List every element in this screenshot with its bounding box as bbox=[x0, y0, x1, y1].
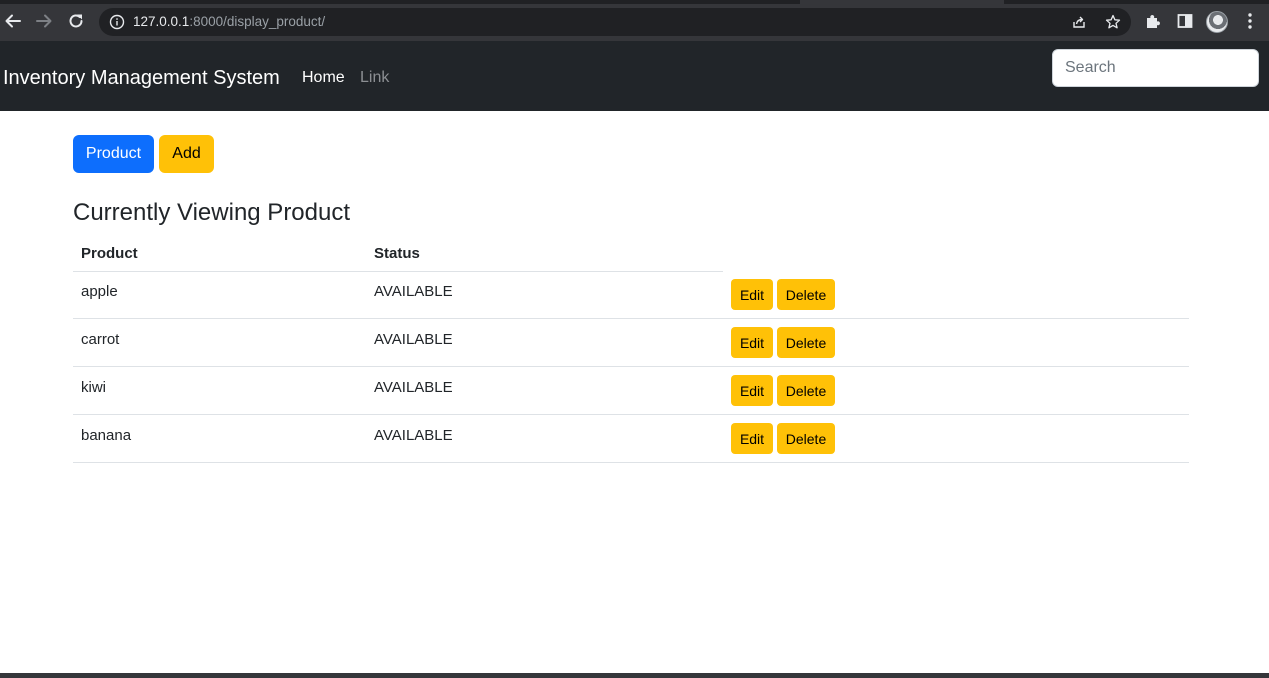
app-navbar: Inventory Management System Home Link bbox=[0, 41, 1269, 111]
product-name: banana bbox=[81, 427, 132, 444]
edit-button[interactable]: Edit bbox=[731, 279, 773, 310]
table-row: kiwi AVAILABLE Edit Delete bbox=[73, 367, 1189, 415]
delete-button[interactable]: Delete bbox=[777, 327, 835, 358]
add-button[interactable]: Add bbox=[159, 135, 214, 173]
edit-button[interactable]: Edit bbox=[731, 375, 773, 406]
side-panel-icon[interactable] bbox=[1176, 12, 1194, 30]
extensions-puzzle-icon[interactable] bbox=[1144, 12, 1162, 30]
reload-icon[interactable] bbox=[65, 10, 87, 32]
back-icon[interactable] bbox=[2, 10, 24, 32]
tab-strip bbox=[0, 0, 1269, 4]
address-bar[interactable]: 127.0.0.1:8000/display_product/ bbox=[99, 8, 1131, 36]
column-header-product: Product bbox=[81, 245, 138, 262]
url-text: 127.0.0.1:8000/display_product/ bbox=[133, 14, 326, 29]
product-button[interactable]: Product bbox=[73, 135, 154, 173]
edit-button[interactable]: Edit bbox=[731, 423, 773, 454]
product-status: AVAILABLE bbox=[374, 427, 453, 444]
nav-link-link[interactable]: Link bbox=[360, 68, 389, 88]
forward-icon[interactable] bbox=[33, 10, 55, 32]
page-title: Currently Viewing Product bbox=[73, 199, 351, 226]
edit-button[interactable]: Edit bbox=[731, 327, 773, 358]
bookmark-star-icon[interactable] bbox=[1105, 14, 1121, 30]
delete-button[interactable]: Delete bbox=[777, 423, 835, 454]
browser-toolbar: 127.0.0.1:8000/display_product/ bbox=[0, 0, 1269, 41]
table-row: banana AVAILABLE Edit Delete bbox=[73, 415, 1189, 463]
product-name: apple bbox=[81, 283, 118, 300]
window-bottom-edge bbox=[0, 673, 1269, 678]
more-menu-icon[interactable] bbox=[1243, 12, 1257, 30]
product-name: kiwi bbox=[81, 379, 106, 396]
search-input[interactable] bbox=[1052, 49, 1259, 87]
share-icon[interactable] bbox=[1071, 14, 1087, 30]
delete-button[interactable]: Delete bbox=[777, 375, 835, 406]
profile-avatar[interactable] bbox=[1206, 11, 1228, 33]
table-row: carrot AVAILABLE Edit Delete bbox=[73, 319, 1189, 367]
product-name: carrot bbox=[81, 331, 120, 348]
product-status: AVAILABLE bbox=[374, 379, 453, 396]
column-header-status: Status bbox=[374, 245, 420, 262]
brand-title[interactable]: Inventory Management System bbox=[3, 66, 280, 90]
delete-button[interactable]: Delete bbox=[777, 279, 835, 310]
table-row: apple AVAILABLE Edit Delete bbox=[73, 271, 1189, 319]
site-info-icon[interactable] bbox=[109, 14, 125, 30]
nav-link-home[interactable]: Home bbox=[302, 68, 345, 88]
product-status: AVAILABLE bbox=[374, 283, 453, 300]
product-status: AVAILABLE bbox=[374, 331, 453, 348]
